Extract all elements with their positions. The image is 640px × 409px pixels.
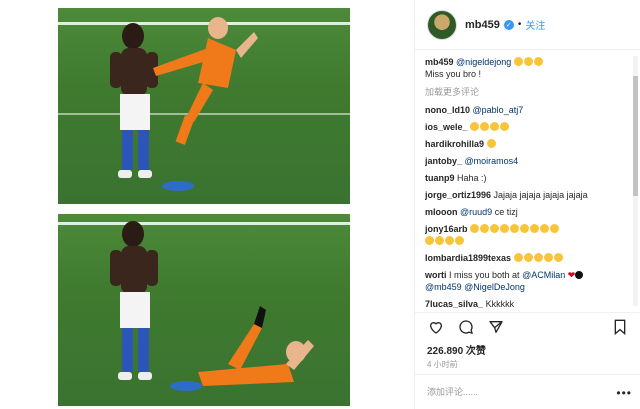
comment-user[interactable]: lombardia1899texas <box>425 253 511 263</box>
comment-text: Haha :) <box>457 173 487 183</box>
emoji-laugh-icon <box>470 122 510 132</box>
scrollbar-thumb[interactable] <box>633 76 638 196</box>
comment-mention[interactable]: @nigeldejong <box>456 57 511 67</box>
comment-mention[interactable]: @ACMilan <box>522 270 565 280</box>
caption-text: Miss you bro ! <box>425 69 482 79</box>
comment-user[interactable]: jorge_ortiz1996 <box>425 190 491 200</box>
comment-mention[interactable]: @NigelDeJong <box>464 282 525 292</box>
list-item: jony16arb <box>425 223 630 247</box>
post-header: mb459 ✓ • 关注 <box>415 0 640 50</box>
comment-text: ce tizj <box>494 207 518 217</box>
more-dots-icon[interactable]: ••• <box>616 386 632 400</box>
comment-text: I miss you both at <box>449 270 520 280</box>
list-item: worti I miss you both at @ACMilan ❤ @mb4… <box>425 269 630 293</box>
comment-text: Kkkkkk <box>485 299 515 308</box>
bookmark-icon[interactable] <box>611 318 629 336</box>
emoji-laugh-icon <box>513 57 544 67</box>
comment-user[interactable]: mb459 <box>425 57 454 67</box>
photo-bottom-scene <box>58 214 350 406</box>
like-count[interactable]: 226.890 次赞 <box>427 342 486 357</box>
share-icon[interactable] <box>487 318 505 336</box>
emoji-laugh-icon <box>486 139 497 149</box>
avatar[interactable] <box>427 9 457 40</box>
comment-user[interactable]: ios_wele_ <box>425 122 468 132</box>
players-illustration-top <box>110 17 258 191</box>
list-item: tuanp9 Haha :) <box>425 172 630 184</box>
comment-user[interactable]: jony16arb <box>425 224 468 234</box>
post-timestamp: 4 小时前 <box>427 360 458 369</box>
comment-user[interactable]: jantoby_ <box>425 156 462 166</box>
heart-emoji-icon: ❤ <box>567 270 576 280</box>
comment-user[interactable]: worti <box>425 270 447 280</box>
list-item: nono_ld10 @pablo_atj7 <box>425 104 630 116</box>
comment-mention[interactable]: @mb459 <box>425 282 462 292</box>
black-circle-icon <box>575 271 584 279</box>
comment-user[interactable]: hardikrohilla9 <box>425 139 484 149</box>
comment-user[interactable]: mlooon <box>425 207 458 217</box>
comment-text: Jajaja jajaja jajaja jajaja <box>493 190 588 200</box>
list-item: lombardia1899texas <box>425 252 630 264</box>
comment-icon[interactable] <box>457 318 475 336</box>
heart-icon[interactable] <box>427 318 445 336</box>
photo-top-scene <box>58 8 350 204</box>
comment-user[interactable]: tuanp9 <box>425 173 455 183</box>
comment-user[interactable]: 7lucas_silva_ <box>425 299 483 308</box>
emoji-laugh-icon <box>513 253 564 263</box>
header-separator: • <box>517 19 522 30</box>
comments-scrollbar[interactable] <box>633 56 638 306</box>
load-more-comments[interactable]: 加载更多评论 <box>425 86 630 98</box>
caption: mb459 @nigeldejong Miss you bro ! <box>425 56 630 80</box>
list-item: 7lucas_silva_ Kkkkkk <box>425 298 630 308</box>
action-bar <box>415 312 640 340</box>
post-sidebar: mb459 ✓ • 关注 mb459 @nigeldejong Miss you… <box>414 0 640 409</box>
players-illustration-bottom <box>110 221 314 391</box>
comment-list[interactable]: mb459 @nigeldejong Miss you bro ! 加载更多评论… <box>425 56 630 308</box>
verified-icon: ✓ <box>503 19 514 30</box>
add-comment-input[interactable]: 添加评论...... <box>415 374 640 409</box>
comment-mention[interactable]: @pablo_atj7 <box>473 105 524 115</box>
comment-mention[interactable]: @moiramos4 <box>465 156 519 166</box>
list-item: mlooon @ruud9 ce tizj <box>425 206 630 218</box>
post-photo-area <box>0 0 414 409</box>
post-image[interactable] <box>0 0 414 409</box>
header-username[interactable]: mb459 <box>465 19 500 31</box>
comment-mention[interactable]: @ruud9 <box>460 207 492 217</box>
list-item: hardikrohilla9 <box>425 138 630 150</box>
list-item: ios_wele_ <box>425 121 630 133</box>
comment-user[interactable]: nono_ld10 <box>425 105 470 115</box>
list-item: jantoby_ @moiramos4 <box>425 155 630 167</box>
list-item: jorge_ortiz1996 Jajaja jajaja jajaja jaj… <box>425 189 630 201</box>
follow-button[interactable]: 关注 <box>525 17 545 32</box>
